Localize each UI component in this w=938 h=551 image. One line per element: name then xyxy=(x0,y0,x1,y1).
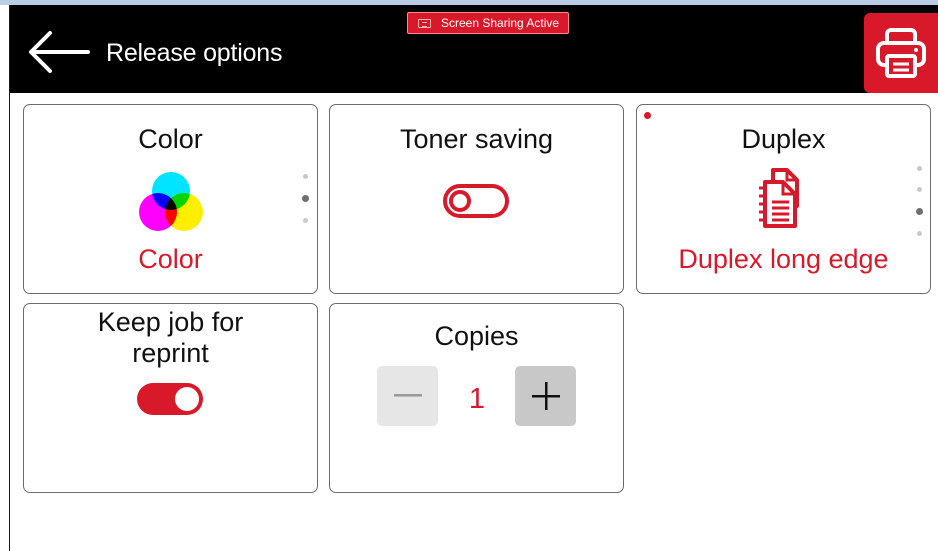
increase-copies-button[interactable] xyxy=(515,366,576,426)
printer-icon xyxy=(876,28,926,78)
minus-icon xyxy=(393,394,422,397)
toner-saving-title: Toner saving xyxy=(399,124,554,154)
duplex-document-icon xyxy=(759,168,799,228)
screen-share-icon xyxy=(418,18,431,28)
page-dot xyxy=(303,174,308,179)
toggle-knob xyxy=(449,190,471,212)
changed-indicator-dot xyxy=(644,112,651,119)
color-cmy-icon xyxy=(139,172,203,231)
decrease-copies-button[interactable] xyxy=(377,366,438,426)
page-dot xyxy=(917,166,922,171)
back-button[interactable] xyxy=(26,27,90,77)
page-dot-active xyxy=(916,208,923,215)
toggle-knob xyxy=(175,387,199,411)
duplex-option-tile[interactable]: Duplex Duplex long edge xyxy=(636,104,931,294)
screen-sharing-badge: Screen Sharing Active xyxy=(407,12,569,34)
page-title: Release options xyxy=(106,39,283,67)
color-option-title: Color xyxy=(138,124,203,154)
keep-job-toggle[interactable] xyxy=(137,383,203,415)
keep-job-title-line1: Keep job for xyxy=(97,307,244,337)
keep-job-title-line2: reprint xyxy=(132,338,209,368)
duplex-option-value: Duplex long edge xyxy=(678,244,889,274)
color-option-value: Color xyxy=(138,244,203,274)
print-button[interactable] xyxy=(864,13,938,93)
page-dot xyxy=(303,218,308,223)
copies-value: 1 xyxy=(468,383,486,415)
app-header: Release options Screen Sharing Active xyxy=(10,5,938,93)
duplex-page-indicator xyxy=(916,166,923,252)
duplex-option-title: Duplex xyxy=(741,124,826,154)
page-dot-active xyxy=(302,195,309,202)
page-dot xyxy=(917,187,922,192)
copies-title: Copies xyxy=(434,321,519,351)
plus-icon xyxy=(531,382,560,410)
arrow-left-icon xyxy=(29,31,90,73)
page-dot xyxy=(917,231,922,236)
copies-option-tile: Copies 1 xyxy=(329,303,624,493)
keep-job-option-tile[interactable]: Keep job for reprint xyxy=(23,303,318,493)
toner-saving-toggle[interactable] xyxy=(443,184,509,218)
color-option-tile[interactable]: Color Color xyxy=(23,104,318,294)
screen-sharing-label: Screen Sharing Active xyxy=(441,16,560,30)
toner-saving-option-tile[interactable]: Toner saving xyxy=(329,104,624,294)
color-page-indicator xyxy=(302,174,309,239)
